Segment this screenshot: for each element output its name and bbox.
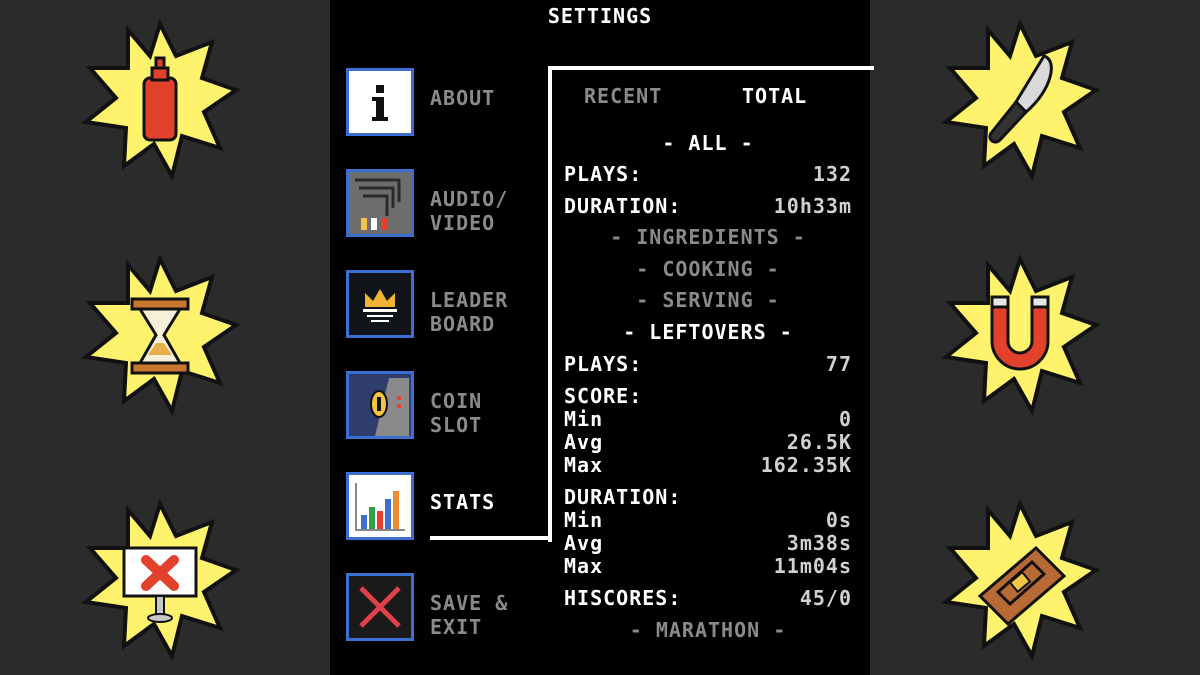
coin-slot-icon <box>346 371 414 439</box>
stat-value: 162.35K <box>760 453 852 477</box>
stat-value: 10h33m <box>773 194 852 218</box>
right-sidebar <box>870 0 1200 675</box>
stat-label: DURATION: <box>564 194 682 218</box>
stat-label: PLAYS: <box>564 162 643 186</box>
knife-icon <box>940 20 1100 180</box>
stat-label: SCORE: <box>564 384 643 408</box>
stat-label: Max <box>564 554 604 578</box>
stat-row-dur-min: Min 0s <box>564 508 852 532</box>
menu-item-coin-slot[interactable]: COIN SLOT <box>346 371 546 441</box>
stat-row-duration-header: DURATION: <box>564 485 852 509</box>
sign-x-icon <box>80 500 240 660</box>
stat-label: Min <box>564 407 604 431</box>
mousetrap-icon <box>940 500 1100 660</box>
menu-item-save-exit[interactable]: SAVE & EXIT <box>346 573 546 643</box>
stat-label: PLAYS: <box>564 352 643 376</box>
stat-row-dur-max: Max 11m04s <box>564 554 852 578</box>
section-all-header: - ALL - <box>662 131 754 155</box>
stats-tab-connector <box>430 536 552 540</box>
stat-row-all-duration: DURATION: 10h33m <box>564 194 852 218</box>
close-x-icon <box>346 573 414 641</box>
stat-row-lo-plays: PLAYS: 77 <box>564 352 852 376</box>
menu-label-save-exit: SAVE & EXIT <box>430 591 509 639</box>
stat-label: DURATION: <box>564 485 682 509</box>
stat-value: 132 <box>812 162 852 186</box>
stat-label: HISCORES: <box>564 586 682 610</box>
tab-recent[interactable]: RECENT <box>584 84 662 108</box>
stat-row-score-max: Max 162.35K <box>564 453 852 477</box>
menu-label-about: ABOUT <box>430 86 496 110</box>
stat-value: 11m04s <box>773 554 852 578</box>
stat-label: Min <box>564 508 604 532</box>
screen-title: SETTINGS <box>547 4 653 28</box>
stat-value: 77 <box>825 352 852 376</box>
menu-item-leaderboard[interactable]: LEADER BOARD <box>346 270 546 340</box>
settings-screen: SETTINGS ABOUT AUDIO/ VIDEO LEADER BOARD… <box>330 0 874 675</box>
ketchup-bottle-icon <box>80 20 240 180</box>
stat-label: Avg <box>564 430 604 454</box>
stat-value: 0 <box>838 407 852 431</box>
info-icon <box>346 68 414 136</box>
crown-icon <box>346 270 414 338</box>
stat-row-dur-avg: Avg 3m38s <box>564 531 852 555</box>
stat-value: 45/0 <box>799 586 852 610</box>
left-sidebar <box>0 0 330 675</box>
magnet-icon <box>940 255 1100 415</box>
cables-icon <box>346 169 414 237</box>
stat-value: 3m38s <box>786 531 852 555</box>
stat-row-score-header: SCORE: <box>564 384 852 408</box>
section-marathon[interactable]: - MARATHON - <box>564 618 852 642</box>
stat-label: Avg <box>564 531 604 555</box>
stat-value: 26.5K <box>786 430 852 454</box>
stat-label: Max <box>564 453 604 477</box>
stat-row-score-avg: Avg 26.5K <box>564 430 852 454</box>
tab-total[interactable]: TOTAL <box>742 84 807 108</box>
section-leftovers-header: - LEFTOVERS - <box>623 320 793 344</box>
menu-label-stats: STATS <box>430 490 496 514</box>
bar-chart-icon <box>346 472 414 540</box>
stat-row-all-plays: PLAYS: 132 <box>564 162 852 186</box>
menu-item-audio-video[interactable]: AUDIO/ VIDEO <box>346 169 546 239</box>
menu-item-about[interactable]: ABOUT <box>346 68 546 138</box>
section-ingredients[interactable]: - INGREDIENTS - <box>564 225 852 249</box>
menu-item-stats[interactable]: STATS <box>346 472 546 542</box>
stat-value: 0s <box>825 508 852 532</box>
stat-row-hiscores: HISCORES: 45/0 <box>564 586 852 610</box>
menu-label-coin-slot: COIN SLOT <box>430 389 483 437</box>
menu-label-leaderboard: LEADER BOARD <box>430 288 509 336</box>
stat-row-score-min: Min 0 <box>564 407 852 431</box>
hourglass-icon <box>80 255 240 415</box>
menu-label-audio-video: AUDIO/ VIDEO <box>430 187 509 235</box>
section-cooking[interactable]: - COOKING - <box>564 257 852 281</box>
section-serving[interactable]: - SERVING - <box>564 288 852 312</box>
